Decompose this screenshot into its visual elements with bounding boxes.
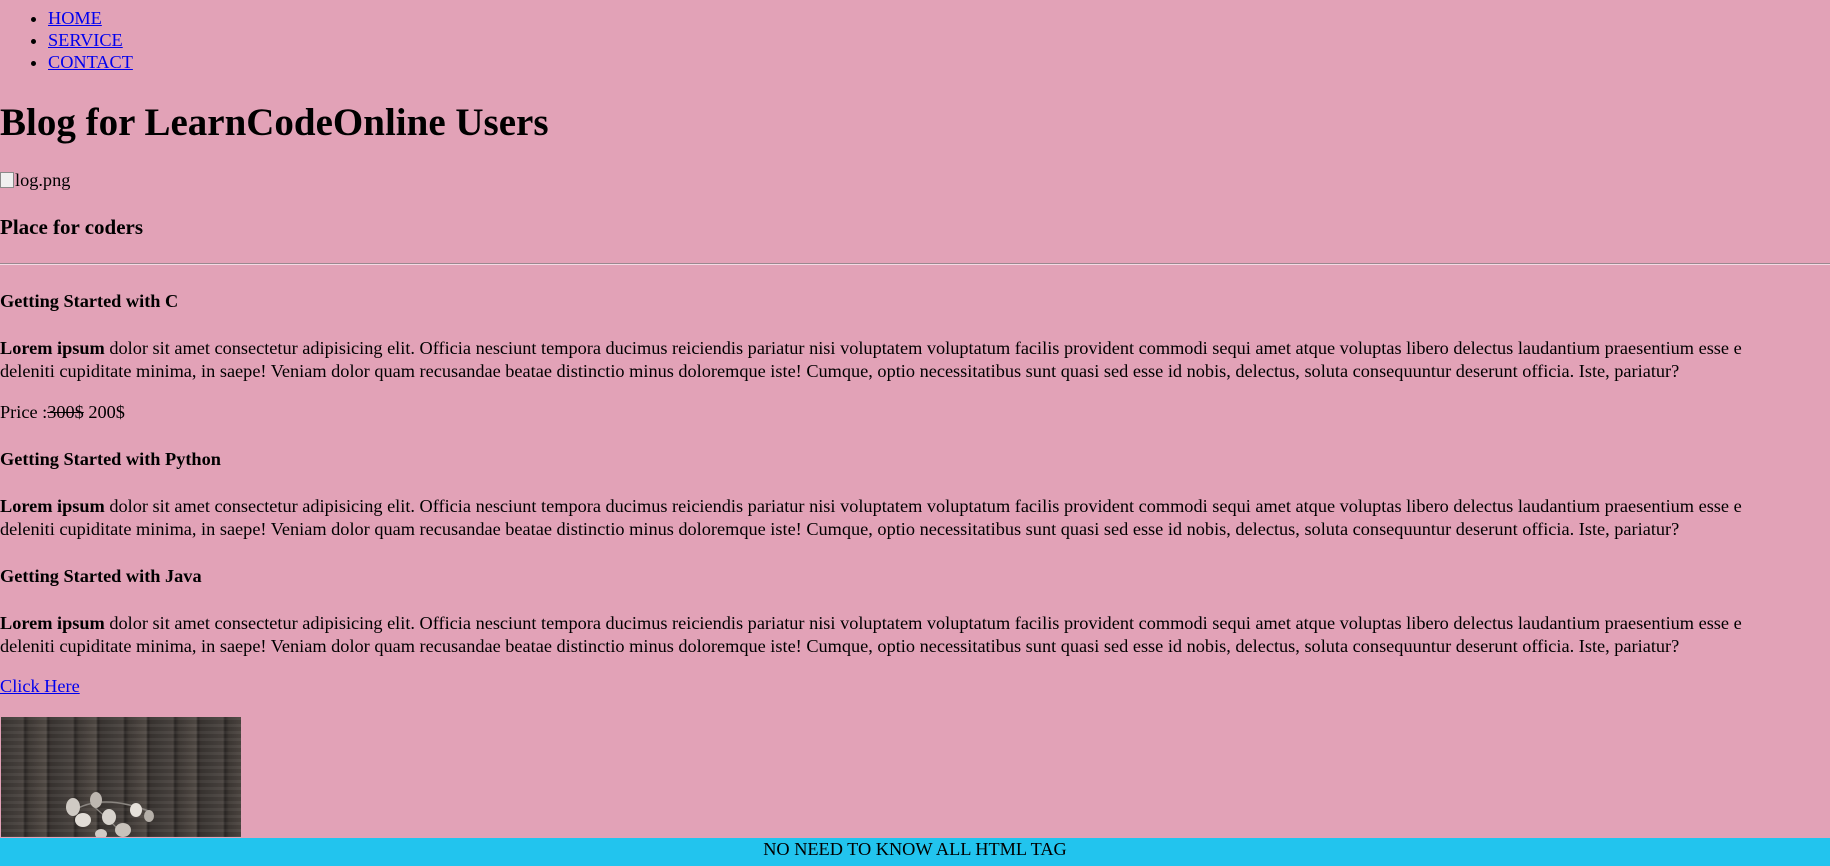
tagline: Place for coders bbox=[0, 215, 144, 239]
post-text-python-line2: deleniti cupiditate minima, in saepe! Ve… bbox=[0, 518, 1680, 539]
post-title-java: Getting Started with Java bbox=[0, 566, 202, 586]
nav-item-home: HOME bbox=[48, 7, 133, 29]
click-here-link[interactable]: Click Here bbox=[0, 675, 80, 697]
post-text-java-line2: deleniti cupiditate minima, in saepe! Ve… bbox=[0, 635, 1680, 656]
post-lead-java: Lorem ipsum bbox=[0, 613, 105, 633]
post-text-java: dolor sit amet consectetur adipisicing e… bbox=[104, 613, 1742, 633]
nav-item-contact: CONTACT bbox=[48, 51, 133, 73]
nav-item-service: SERVICE bbox=[48, 29, 133, 51]
post-body-java: Lorem ipsum dolor sit amet consectetur a… bbox=[0, 612, 1830, 657]
page-title: Blog for LearnCodeOnline Users bbox=[0, 101, 549, 144]
divider bbox=[0, 263, 1830, 265]
nav-link-service[interactable]: SERVICE bbox=[48, 30, 123, 50]
post-body-c: Lorem ipsum dolor sit amet consectetur a… bbox=[0, 337, 1830, 382]
footer-banner: NO NEED TO KNOW ALL HTML TAG bbox=[0, 838, 1830, 866]
nav-link-contact[interactable]: CONTACT bbox=[48, 52, 133, 72]
price-label: Price : bbox=[0, 402, 48, 422]
post-body-python: Lorem ipsum dolor sit amet consectetur a… bbox=[0, 495, 1830, 540]
post-text-python: dolor sit amet consectetur adipisicing e… bbox=[104, 496, 1742, 516]
post-text-c: dolor sit amet consectetur adipisicing e… bbox=[104, 338, 1742, 358]
nav-menu: HOME SERVICE CONTACT bbox=[0, 7, 133, 73]
post-text-c-line2: deleniti cupiditate minima, in saepe! Ve… bbox=[0, 360, 1680, 381]
dried-flower-icon bbox=[66, 792, 154, 837]
logo-alt-text: log.png bbox=[15, 170, 71, 190]
price: Price :300$ 200$ bbox=[0, 401, 125, 423]
post-lead-python: Lorem ipsum bbox=[0, 496, 105, 516]
broken-image-icon bbox=[0, 172, 14, 188]
nav-link-home[interactable]: HOME bbox=[48, 8, 102, 28]
logo-broken-image: log.png bbox=[0, 169, 70, 191]
post-title-python: Getting Started with Python bbox=[0, 449, 221, 469]
post-title-c: Getting Started with C bbox=[0, 291, 179, 311]
price-old: 300$ bbox=[47, 402, 84, 422]
wood-flower-photo bbox=[1, 717, 241, 837]
footer-text: NO NEED TO KNOW ALL HTML TAG bbox=[763, 839, 1067, 859]
post-lead-c: Lorem ipsum bbox=[0, 338, 105, 358]
price-new: 200$ bbox=[83, 402, 125, 422]
